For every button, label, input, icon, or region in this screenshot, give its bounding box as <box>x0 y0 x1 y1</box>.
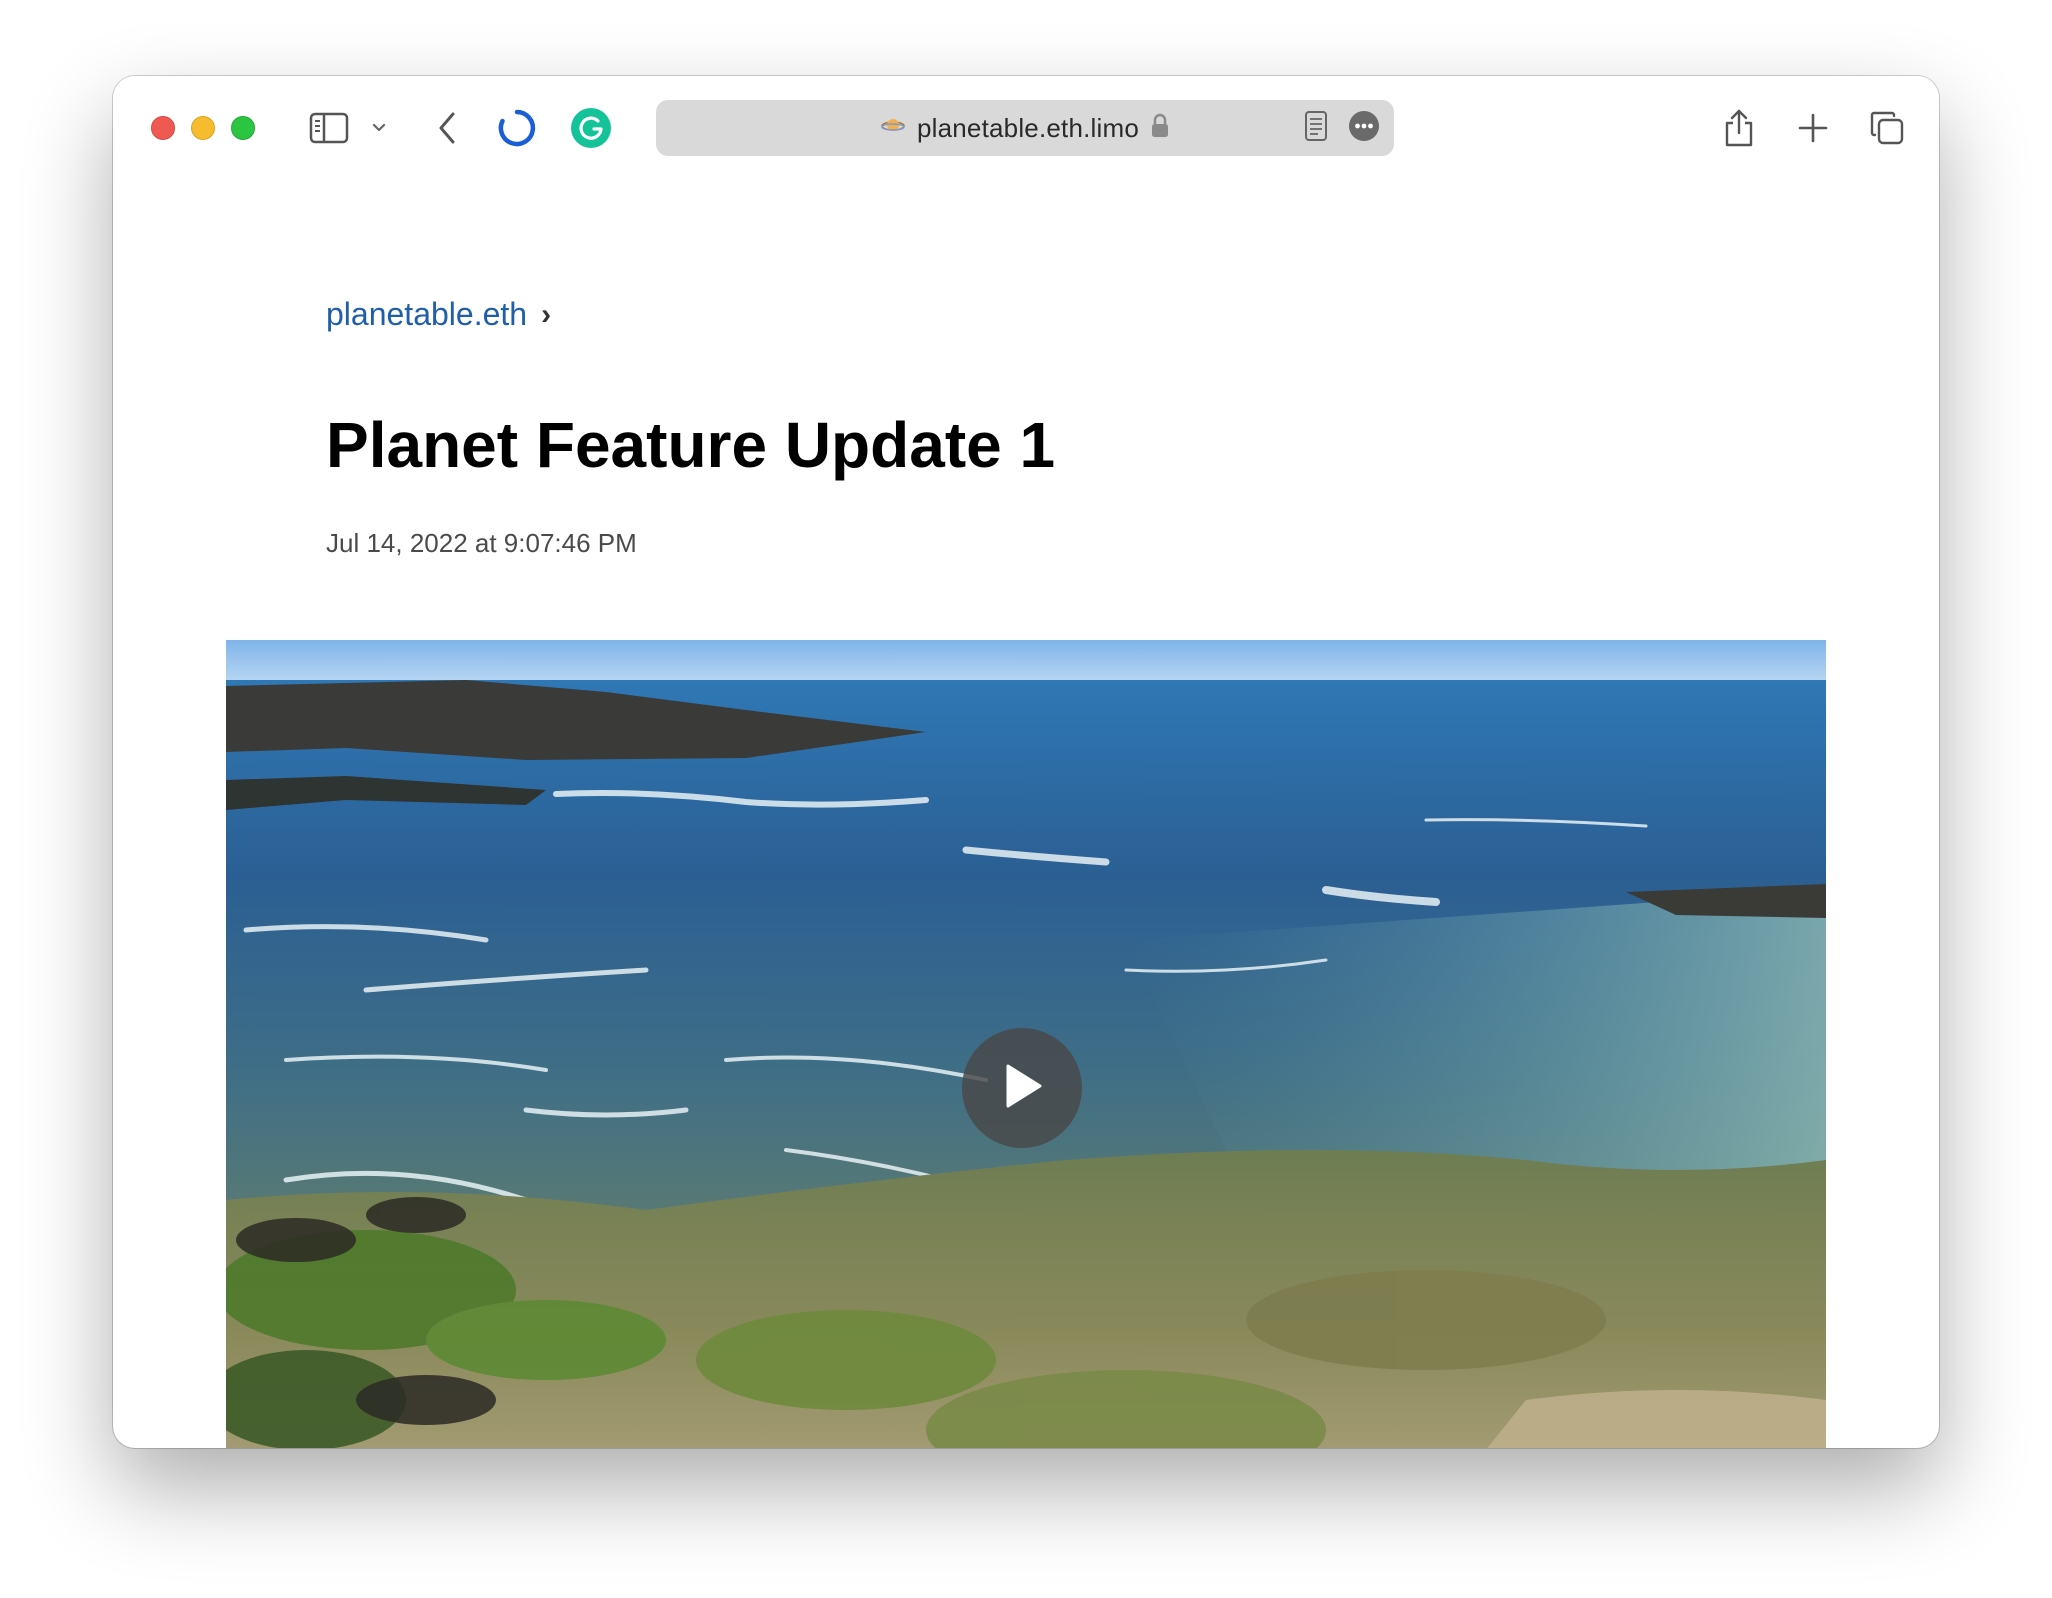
page-menu-button[interactable] <box>1346 110 1382 146</box>
back-icon <box>436 110 458 146</box>
share-icon <box>1722 108 1756 148</box>
sidebar-toggle-button[interactable] <box>305 106 353 150</box>
play-icon <box>998 1060 1046 1117</box>
grammarly-icon <box>570 107 612 149</box>
share-button[interactable] <box>1715 106 1763 150</box>
breadcrumb-separator: › <box>541 297 552 331</box>
loading-spinner-icon <box>497 108 537 148</box>
address-bar[interactable]: planetable.eth.limo <box>656 100 1394 156</box>
desktop-background: planetable.eth.limo planetable.eth › Pla… <box>0 0 2052 1598</box>
browser-toolbar: planetable.eth.limo <box>113 76 1939 176</box>
page-content: planetable.eth › Planet Feature Update 1… <box>113 176 1939 1448</box>
browser-window: planetable.eth.limo planetable.eth › Pla… <box>113 76 1939 1448</box>
tabs-icon <box>1869 110 1905 146</box>
page-loading-indicator <box>495 106 539 150</box>
reader-icon <box>1304 110 1328 147</box>
chevron-down-icon <box>371 122 387 134</box>
sidebar-icon <box>309 112 349 144</box>
grammarly-extension-button[interactable] <box>569 106 613 150</box>
new-tab-button[interactable] <box>1789 106 1837 150</box>
more-icon <box>1348 110 1380 147</box>
sidebar-menu-button[interactable] <box>367 106 391 150</box>
breadcrumb-site-link[interactable]: planetable.eth <box>326 296 527 333</box>
reader-mode-button[interactable] <box>1298 110 1334 146</box>
back-button[interactable] <box>427 106 467 150</box>
address-text: planetable.eth.limo <box>916 112 1140 143</box>
post-date: Jul 14, 2022 at 9:07:46 PM <box>326 528 637 558</box>
video-player[interactable] <box>226 640 1826 1448</box>
play-button[interactable] <box>962 1028 1082 1148</box>
minimize-window-button[interactable] <box>191 116 215 140</box>
plus-icon <box>1797 112 1829 144</box>
breadcrumb: planetable.eth › <box>326 296 551 333</box>
lock-icon <box>1151 113 1169 144</box>
tab-overview-button[interactable] <box>1863 106 1911 150</box>
close-window-button[interactable] <box>151 116 175 140</box>
page-title: Planet Feature Update 1 <box>326 409 1056 481</box>
planet-icon <box>881 116 905 141</box>
maximize-window-button[interactable] <box>231 116 255 140</box>
